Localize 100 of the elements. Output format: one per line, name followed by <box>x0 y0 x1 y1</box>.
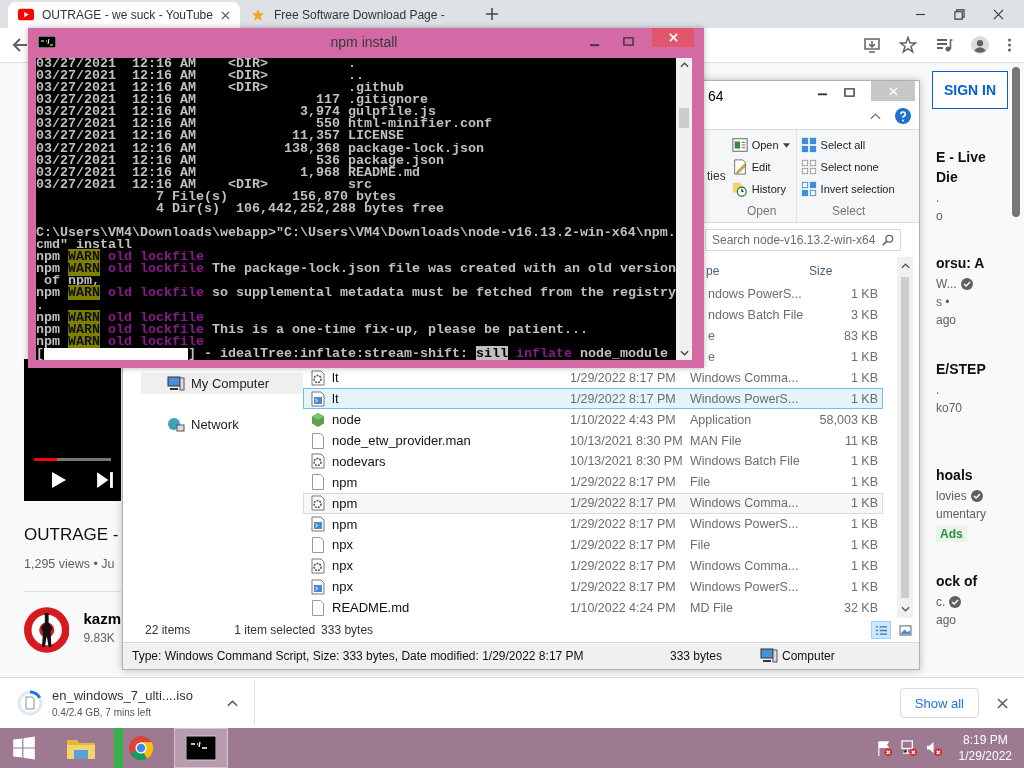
close-icon[interactable] <box>997 697 1008 709</box>
file-row[interactable]: ndows PowerS... 1 KB <box>707 283 879 305</box>
profile-icon[interactable] <box>971 36 989 55</box>
file-size: 1 KB <box>849 558 878 573</box>
file-row[interactable]: npx 1/29/2022 8:17 PM Windows Comma... 1 KB <box>303 555 883 577</box>
network-alert-icon[interactable] <box>900 739 918 757</box>
plus-icon[interactable] <box>486 8 498 20</box>
date-modified: 1/29/2022 8:17 PM <box>570 475 677 490</box>
close-button[interactable] <box>652 28 694 47</box>
column-header[interactable]: Size <box>809 264 833 279</box>
search-icon[interactable] <box>882 234 894 246</box>
browser-tab[interactable]: Free Software Download Page - <box>240 2 472 28</box>
file-row[interactable]: npm 1/29/2022 8:17 PM File 1 KB <box>303 471 883 493</box>
arrow-down-icon[interactable] <box>900 606 910 612</box>
video-title[interactable]: ock of <box>936 571 1024 592</box>
speaker-muted-icon[interactable] <box>925 739 943 757</box>
scrollbar[interactable] <box>676 58 692 360</box>
star-outline-icon[interactable] <box>899 36 917 55</box>
download-file-name[interactable]: en_windows_7_ulti....iso <box>52 688 193 704</box>
ribbon-button[interactable]: Edit <box>731 158 792 176</box>
video-title[interactable]: orsu: A <box>936 253 1024 274</box>
close-icon[interactable] <box>993 8 1004 20</box>
play-icon[interactable] <box>50 471 68 490</box>
clock-date[interactable]: 1/29/2022 <box>958 749 1012 763</box>
help-icon[interactable] <box>895 108 911 124</box>
nav-item[interactable]: Network <box>141 414 303 435</box>
file-row[interactable]: ndows Batch File 3 KB <box>707 304 879 326</box>
column-header[interactable]: pe <box>706 264 809 279</box>
sign-in-button[interactable]: SIGN IN <box>932 71 1008 110</box>
file-row[interactable]: node_etw_provider.man 10/13/2021 8:30 PM MAN File 11 KB <box>303 430 883 451</box>
show-all-button[interactable]: Show all <box>899 688 979 719</box>
file-row[interactable]: e 1 KB <box>707 346 879 368</box>
ribbon-button-label[interactable]: ties <box>707 169 726 183</box>
date-modified: 10/13/2021 8:30 PM <box>570 454 684 469</box>
ribbon-button[interactable]: History <box>731 180 792 198</box>
video-title[interactable]: hoals <box>936 465 1024 486</box>
clock-time[interactable]: 8:19 PM <box>962 733 1008 747</box>
date-modified: 10/13/2021 8:30 PM <box>570 433 684 448</box>
file-name: lt <box>332 370 339 386</box>
file-row[interactable]: npx 1/29/2022 8:17 PM Windows PowerS... 1 KB <box>303 576 883 598</box>
arrow-up-icon[interactable] <box>679 62 689 68</box>
file-row[interactable]: lt 1/29/2022 8:17 PM Windows PowerS... 1 KB <box>303 388 883 410</box>
console-line: npm WARN old lockfile <box>36 335 205 348</box>
video-views: 1,295 views • Ju <box>24 557 115 572</box>
file-row[interactable]: npm 1/29/2022 8:17 PM Windows Comma... 1 KB <box>303 492 883 514</box>
video-title[interactable]: Die <box>936 167 1024 188</box>
scrollbar-thumb[interactable] <box>679 108 689 128</box>
caret-down-icon[interactable] <box>782 142 790 148</box>
details-view-button[interactable] <box>871 621 891 639</box>
file-row[interactable]: node 1/10/2022 4:43 PM Application 58,003 KB <box>303 409 883 431</box>
browser-tab[interactable]: OUTRAGE - we suck - YouTube <box>8 2 240 28</box>
video-title[interactable]: E/STEP <box>936 359 1024 380</box>
arrow-down-icon[interactable] <box>679 350 689 356</box>
next-icon[interactable] <box>96 471 114 490</box>
caret-up-icon[interactable] <box>226 699 238 708</box>
channel-name[interactable]: kazm <box>83 610 121 628</box>
file-type: MD File <box>690 600 735 615</box>
channel-avatar[interactable] <box>24 606 70 655</box>
terminal-taskbar-icon[interactable] <box>174 728 228 768</box>
restore-icon[interactable] <box>954 8 965 20</box>
file-name: node <box>332 412 361 428</box>
computer-icon <box>760 648 778 664</box>
file-row[interactable]: npm 1/29/2022 8:17 PM Windows PowerS... 1 KB <box>303 513 883 535</box>
ribbon-button[interactable]: Invert selection <box>800 180 897 198</box>
chevron-up-icon[interactable] <box>870 112 881 120</box>
script-gear-icon <box>310 495 326 512</box>
blank-file-icon <box>310 599 326 616</box>
scrollbar-thumb[interactable] <box>901 277 909 598</box>
maximize-icon[interactable] <box>623 36 634 47</box>
browser-logo-icon <box>126 735 156 761</box>
file-name: npm <box>332 516 358 532</box>
ribbon-button[interactable]: Open <box>731 136 792 154</box>
video-progress-bar[interactable] <box>34 458 111 462</box>
video-title[interactable]: E - Live <box>936 147 1024 168</box>
search-field[interactable]: Search node-v16.13.2-win-x64 <box>705 229 901 251</box>
video-player[interactable] <box>24 359 121 502</box>
video-meta: ago <box>936 312 957 330</box>
console-line: 03/27/2021 12:16 AM 550 html-minifier.conf <box>36 118 493 131</box>
video-title: OUTRAGE - <box>24 525 119 546</box>
arrow-up-icon[interactable] <box>900 263 910 269</box>
file-row[interactable]: nodevars 10/13/2021 8:30 PM Windows Batch File 1 KB <box>303 450 883 472</box>
back-arrow-icon[interactable] <box>12 37 28 54</box>
scrollbar[interactable] <box>897 257 913 618</box>
scrollbar-thumb[interactable] <box>1012 67 1020 218</box>
close-icon[interactable] <box>221 10 230 20</box>
maximize-icon[interactable] <box>844 86 855 98</box>
file-row[interactable]: lt 1/29/2022 8:17 PM Windows Comma... 1 KB <box>303 367 883 389</box>
install-icon[interactable] <box>863 36 881 55</box>
ribbon-button[interactable]: Select all <box>800 136 897 154</box>
download-file-icon[interactable] <box>16 689 44 718</box>
file-name: npx <box>332 579 353 595</box>
date-modified: 1/29/2022 8:17 PM <box>570 370 677 385</box>
file-row[interactable]: e 83 KB <box>707 325 879 347</box>
flag-alert-icon[interactable] <box>875 739 893 757</box>
nav-item[interactable]: My Computer <box>141 373 303 394</box>
ribbon-button[interactable]: Select none <box>800 158 897 176</box>
script-gear-icon <box>310 557 326 574</box>
file-row[interactable]: npx 1/29/2022 8:17 PM File 1 KB <box>303 534 883 556</box>
file-row[interactable]: README.md 1/10/2022 4:24 PM MD File 32 KB <box>303 597 883 619</box>
file-size: 3 KB <box>849 308 878 323</box>
